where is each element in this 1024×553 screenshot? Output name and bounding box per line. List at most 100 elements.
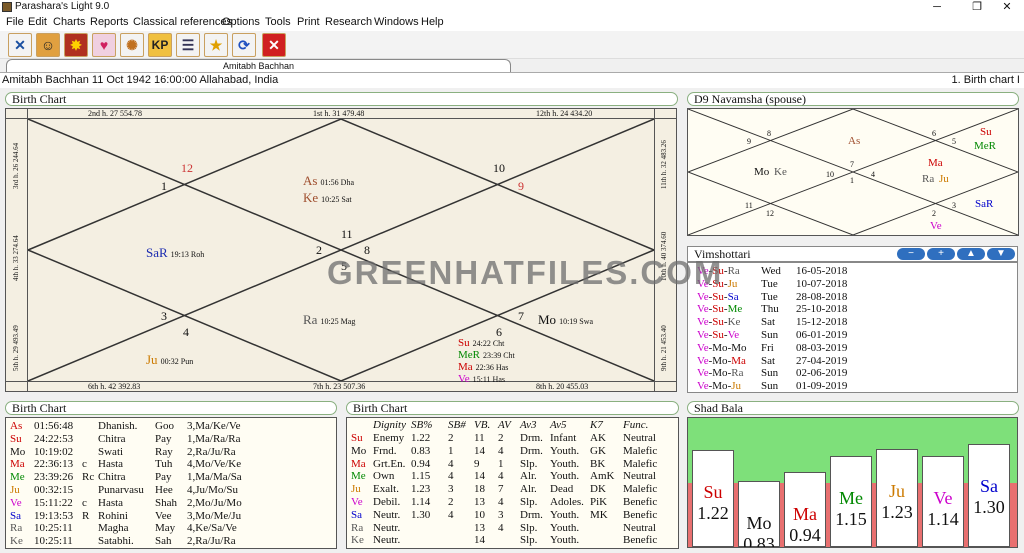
sign-h9: 7 bbox=[518, 309, 524, 323]
table-cell: Youth. bbox=[550, 444, 580, 457]
dasha-lord: Ve bbox=[697, 367, 709, 380]
sun-icon[interactable]: ✸ bbox=[64, 33, 88, 57]
table-cell: 13 bbox=[474, 496, 485, 508]
d9-sign-h1: 7 bbox=[850, 160, 854, 169]
shad-bala-value: 0.94 bbox=[789, 525, 821, 545]
d9-chart[interactable]: 7 8 9 10 11 12 1 2 3 4 5 6 As Su MeR Mo … bbox=[687, 108, 1019, 236]
menu-charts[interactable]: Charts bbox=[53, 16, 85, 28]
planet-degree: 15:11:22 bbox=[34, 496, 73, 509]
menu-windows[interactable]: Windows bbox=[374, 16, 419, 28]
chart-info-bar: Amitabh Bachhan 11 Oct 1942 16:00:00 All… bbox=[0, 72, 1024, 88]
planet-flag: R bbox=[82, 509, 90, 522]
dasha-lord: Ve bbox=[697, 341, 709, 354]
d9-as: As bbox=[848, 135, 861, 147]
dasha-lord: Mo bbox=[712, 380, 728, 393]
menu-edit[interactable]: Edit bbox=[28, 16, 47, 28]
dasha-lord: Ve bbox=[697, 354, 709, 367]
native-details: Amitabh Bachhan 11 Oct 1942 16:00:00 All… bbox=[2, 74, 279, 86]
close-window-icon[interactable]: ✕ bbox=[990, 0, 1024, 14]
sign-h5: 3 bbox=[161, 309, 167, 323]
table-cell: Drm. bbox=[520, 508, 543, 521]
menu-tools[interactable]: Tools bbox=[265, 16, 291, 28]
menu-help[interactable]: Help bbox=[421, 16, 444, 28]
planet-name: Ju bbox=[10, 484, 20, 496]
planet-sar[interactable]: SaR 19:13 Roh bbox=[146, 245, 204, 261]
table-cell: 0.94 bbox=[411, 457, 431, 470]
kp-icon[interactable]: KP bbox=[148, 33, 172, 57]
wheel-icon[interactable]: ✺ bbox=[120, 33, 144, 57]
heart-icon[interactable]: ♥ bbox=[92, 33, 116, 57]
menu-reports[interactable]: Reports bbox=[90, 16, 129, 28]
planet-name: Ve bbox=[10, 496, 22, 509]
scroll-up-button[interactable]: ▲ bbox=[957, 248, 985, 260]
chart-number: 1. Birth chart I bbox=[951, 74, 1020, 86]
house-7-label: 7th h. 23 507.36 bbox=[313, 382, 366, 391]
sign-h3: 1 bbox=[161, 179, 167, 193]
tools-icon[interactable]: ✕ bbox=[8, 33, 32, 57]
d9-sign-h6: 12 bbox=[766, 209, 774, 218]
dasha-row[interactable]: Ve-Mo-Ju Sun 01-09-2019 bbox=[697, 380, 1017, 395]
tab-amitabh-bachhan[interactable]: Amitabh Bachhan bbox=[6, 59, 511, 72]
dasha-day: Tue bbox=[761, 290, 778, 303]
dasha-lord: Ra bbox=[731, 367, 744, 380]
planet-name: Sa bbox=[351, 508, 362, 521]
planet-degree: 10:19:02 bbox=[34, 445, 74, 458]
planet-mo[interactable]: Mo 10:19 Swa bbox=[538, 312, 593, 328]
planet-ju[interactable]: Ju 00:32 Pun bbox=[146, 352, 193, 368]
person-icon[interactable]: ☺ bbox=[36, 33, 60, 57]
planet-name: Ma bbox=[351, 457, 366, 470]
d9-su: Su bbox=[980, 126, 992, 138]
nakshatra: Punarvasu bbox=[98, 484, 144, 496]
dasha-lord: Su bbox=[712, 303, 724, 316]
vimshottari-list[interactable]: Ve-Su-Ra Wed 16-05-2018 Ve-Su-Ju Tue 10-07-20… bbox=[687, 262, 1018, 393]
planet-degree: 01:56:48 bbox=[34, 420, 74, 432]
dasha-lord: Su bbox=[712, 316, 724, 329]
scroll-down-button[interactable]: ▼ bbox=[987, 248, 1015, 260]
planet-ra[interactable]: Ra 10:25 Mag bbox=[303, 312, 355, 328]
dasha-date: 27-04-2019 bbox=[796, 354, 848, 367]
dasha-date: 08-03-2019 bbox=[796, 341, 848, 354]
birth-chart[interactable]: 2nd h. 27 554.78 1st h. 31 479.48 12th h… bbox=[5, 108, 677, 392]
table-cell: 7 bbox=[498, 483, 504, 496]
menu-options[interactable]: Options bbox=[222, 16, 260, 28]
close-icon[interactable]: ✕ bbox=[262, 33, 286, 57]
shad-bala-planet: Ju bbox=[888, 481, 905, 501]
shad-bala-bar: Mo 0.83 bbox=[738, 481, 780, 547]
expand-button[interactable]: + bbox=[927, 248, 955, 260]
star-icon[interactable]: ★ bbox=[204, 33, 228, 57]
planet-degree: 23:39:26 bbox=[34, 471, 74, 484]
menu-classical-references[interactable]: Classical references bbox=[133, 16, 232, 28]
menu-print[interactable]: Print bbox=[297, 16, 320, 28]
planet-ke[interactable]: Ke 10:25 Sat bbox=[303, 190, 352, 206]
column-header: Dignity bbox=[373, 419, 406, 431]
dasha-period: Ve-Mo-Ma bbox=[697, 355, 746, 367]
nakshatra-syllable: Vee bbox=[155, 509, 172, 522]
table-cell: Dead bbox=[550, 483, 574, 496]
house-5-label: 5th h. 29 493.49 bbox=[12, 325, 20, 371]
table-cell: AK bbox=[590, 432, 606, 444]
minimize-icon[interactable]: ─ bbox=[920, 0, 954, 14]
dasha-date: 10-07-2018 bbox=[796, 277, 848, 290]
table-cell: Exalt. bbox=[373, 483, 399, 496]
dasha-lord: Ve bbox=[697, 303, 709, 316]
table-cell: Adoles. bbox=[550, 496, 584, 508]
dignity-header: Birth Chart bbox=[346, 401, 679, 415]
table-cell: 0.83 bbox=[411, 444, 431, 457]
dasha-date: 28-08-2018 bbox=[796, 290, 848, 303]
column-header: Av3 bbox=[520, 419, 537, 431]
table-cell: 10 bbox=[474, 508, 485, 521]
refresh-icon[interactable]: ⟳ bbox=[232, 33, 256, 57]
checklist-icon[interactable]: ☰ bbox=[176, 33, 200, 57]
house-8-label: 8th h. 20 455.03 bbox=[536, 382, 589, 391]
planet-as[interactable]: As 01:56 Dha bbox=[303, 173, 354, 189]
shad-bala-value: 1.23 bbox=[881, 502, 913, 522]
restore-icon[interactable]: ❐ bbox=[960, 0, 994, 14]
collapse-button[interactable]: − bbox=[897, 248, 925, 260]
column-header: AV bbox=[498, 419, 511, 431]
dasha-lord: Ju bbox=[731, 380, 742, 393]
menu-research[interactable]: Research bbox=[325, 16, 372, 28]
planet-ve[interactable]: Ve 15:11 Has bbox=[458, 371, 505, 386]
planet-degree: 22:36:13 bbox=[34, 458, 74, 471]
shad-bala-bar: Sa 1.30 bbox=[968, 444, 1010, 547]
menu-file[interactable]: File bbox=[6, 16, 24, 28]
